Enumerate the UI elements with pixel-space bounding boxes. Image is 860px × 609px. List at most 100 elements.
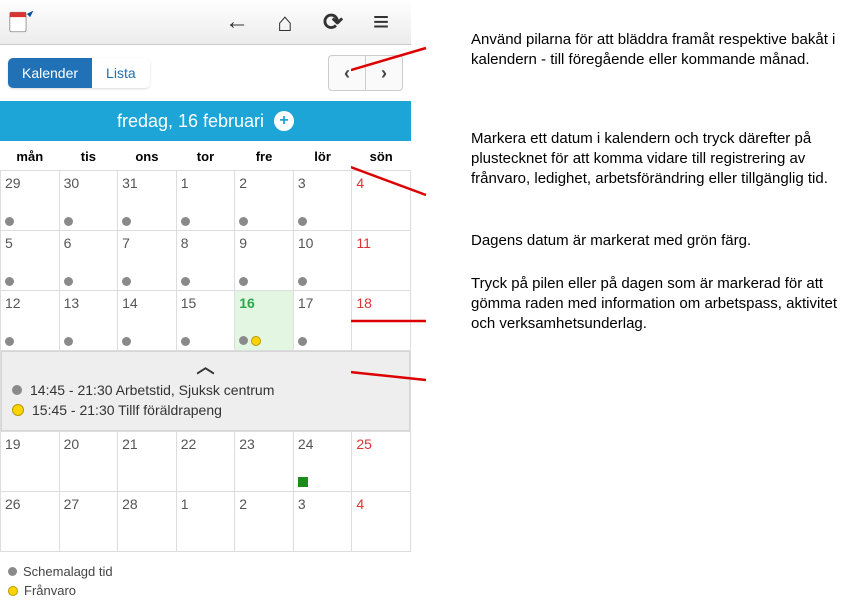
calendar-cell[interactable]: 3 [293,171,352,231]
chevron-left-icon: ‹ [344,63,350,84]
selected-day-label: fredag, 16 februari [117,111,264,132]
calendar-cell[interactable]: 22 [176,432,235,492]
calendar-cell[interactable]: 2 [235,492,294,552]
calendar-cell[interactable]: 27 [59,492,118,552]
calendar-cell[interactable]: 29 [1,171,60,231]
calendar-cell[interactable]: 9 [235,231,294,291]
day-markers [239,336,261,346]
legend: Schemalagd tid Frånvaro [0,556,411,600]
calendar-cell[interactable]: 10 [293,231,352,291]
day-number: 4 [356,175,406,191]
day-number: 4 [356,496,406,512]
grey-dot-icon [298,277,307,286]
home-button[interactable]: ⌂ [263,2,307,42]
calendar-cell[interactable]: 24 [293,432,352,492]
grey-dot-icon [5,337,14,346]
calendar-cell[interactable]: 12 [1,291,60,351]
day-markers [5,217,14,226]
calendar-cell[interactable]: 23 [235,432,294,492]
green-square-icon [298,477,308,487]
plus-icon: + [279,112,288,130]
weekday-header: fre [235,141,294,171]
grey-dot-icon [122,277,131,286]
grey-dot-icon [8,567,17,576]
calendar-cell[interactable]: 20 [59,432,118,492]
menu-button[interactable]: ≡ [359,2,403,42]
day-number: 5 [5,235,55,251]
day-number: 27 [64,496,114,512]
calendar-cell[interactable]: 5 [1,231,60,291]
calendar-cell[interactable]: 21 [118,432,177,492]
app-logo-icon [8,8,36,36]
calendar-cell[interactable]: 1 [176,171,235,231]
calendar-cell[interactable]: 15 [176,291,235,351]
day-markers [122,217,131,226]
grey-dot-icon [64,277,73,286]
day-number: 24 [298,436,348,452]
calendar-cell[interactable]: 26 [1,492,60,552]
day-number: 10 [298,235,348,251]
calendar-cell[interactable]: 13 [59,291,118,351]
grey-dot-icon [64,337,73,346]
tab-calendar[interactable]: Kalender [8,58,92,88]
day-markers [239,277,248,286]
back-arrow-icon: ← [225,8,249,36]
next-month-button[interactable]: › [365,55,403,91]
calendar-cell[interactable]: 2 [235,171,294,231]
weekday-header: mån [1,141,60,171]
calendar-grid: måntisonstorfrelörsön 293031123456789101… [0,141,411,552]
yellow-dot-icon [8,586,18,596]
day-markers [298,217,307,226]
calendar-cell[interactable]: 3 [293,492,352,552]
grey-dot-icon [181,337,190,346]
calendar-cell[interactable]: 31 [118,171,177,231]
day-markers [239,217,248,226]
calendar-cell[interactable]: 4 [352,171,411,231]
day-number: 14 [122,295,172,311]
calendar-cell[interactable]: 25 [352,432,411,492]
day-number: 23 [239,436,289,452]
legend-absence: Frånvaro [8,581,411,600]
yellow-dot-icon [251,336,261,346]
day-number: 17 [298,295,348,311]
calendar-cell[interactable]: 11 [352,231,411,291]
collapse-chevron-icon[interactable]: ︿ [12,358,399,380]
day-number: 31 [122,175,172,191]
calendar-cell[interactable]: 4 [352,492,411,552]
day-number: 15 [181,295,231,311]
day-markers [181,277,190,286]
calendar-cell[interactable]: 28 [118,492,177,552]
day-number: 3 [298,496,348,512]
day-markers [122,337,131,346]
day-number: 28 [122,496,172,512]
grey-dot-icon [239,217,248,226]
calendar-cell[interactable]: 18 [352,291,411,351]
calendar-cell[interactable]: 17 [293,291,352,351]
day-number: 30 [64,175,114,191]
selected-day-bar: fredag, 16 februari + [0,101,411,141]
prev-month-button[interactable]: ‹ [328,55,365,91]
add-button[interactable]: + [274,111,294,131]
calendar-cell[interactable]: 30 [59,171,118,231]
calendar-cell[interactable]: 8 [176,231,235,291]
calendar-cell[interactable]: 16 [235,291,294,351]
refresh-button[interactable]: ⟳ [311,2,355,42]
day-number: 22 [181,436,231,452]
detail-text: 15:45 - 21:30 Tillf föräldrapeng [32,402,222,418]
calendar-cell[interactable]: 1 [176,492,235,552]
back-button[interactable]: ← [215,2,259,42]
detail-text: 14:45 - 21:30 Arbetstid, Sjuksk centrum [30,382,274,398]
tab-list[interactable]: Lista [92,58,150,88]
calendar-cell[interactable]: 19 [1,432,60,492]
day-number: 3 [298,175,348,191]
view-segmented-control: Kalender Lista [8,58,150,88]
note-today-color: Dagens datum är markerat med grön färg. [471,231,846,251]
calendar-cell[interactable]: 14 [118,291,177,351]
weekday-header: tis [59,141,118,171]
day-markers [64,277,73,286]
calendar-cell[interactable]: 6 [59,231,118,291]
calendar-cell[interactable]: 7 [118,231,177,291]
day-number: 18 [356,295,406,311]
refresh-icon: ⟳ [323,8,343,37]
day-number: 21 [122,436,172,452]
